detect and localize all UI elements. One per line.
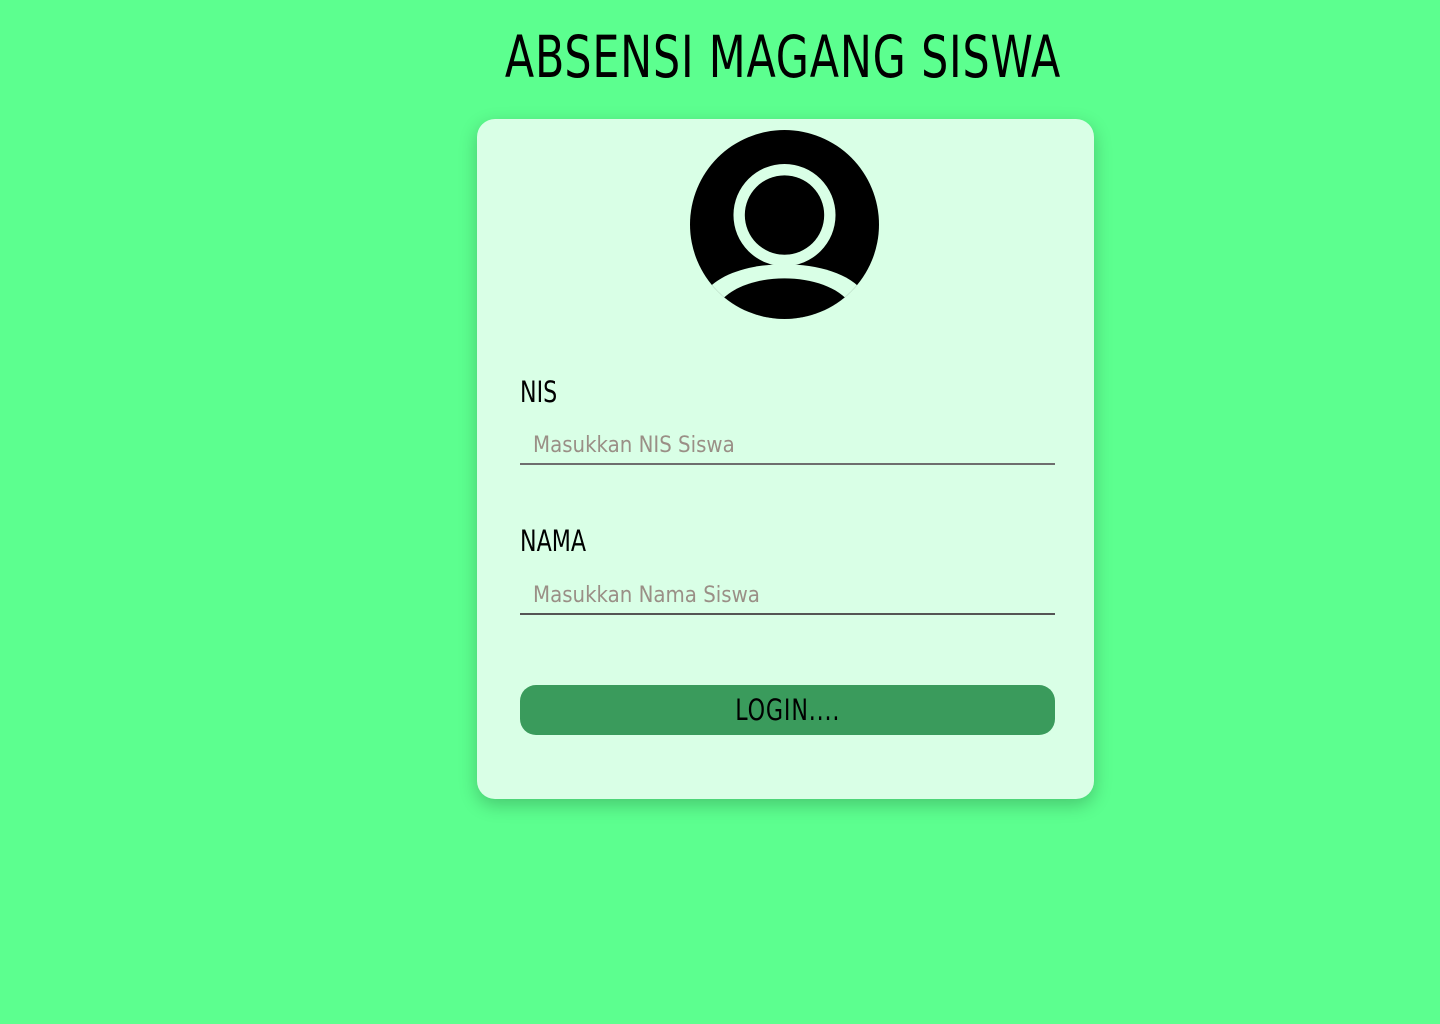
login-card: NIS NAMA LOGIN.... — [477, 119, 1094, 799]
nama-input[interactable] — [520, 577, 1055, 615]
login-button-label: LOGIN.... — [734, 693, 841, 727]
login-page: ABSENSI MAGANG SISWA NIS NAMA LOG — [0, 0, 1440, 1024]
login-button[interactable]: LOGIN.... — [520, 685, 1055, 735]
nama-label: NAMA — [520, 524, 587, 558]
nis-label: NIS — [520, 375, 558, 409]
user-circle-icon — [690, 130, 879, 319]
nis-input[interactable] — [520, 427, 1055, 465]
page-title: ABSENSI MAGANG SISWA — [504, 23, 1062, 91]
